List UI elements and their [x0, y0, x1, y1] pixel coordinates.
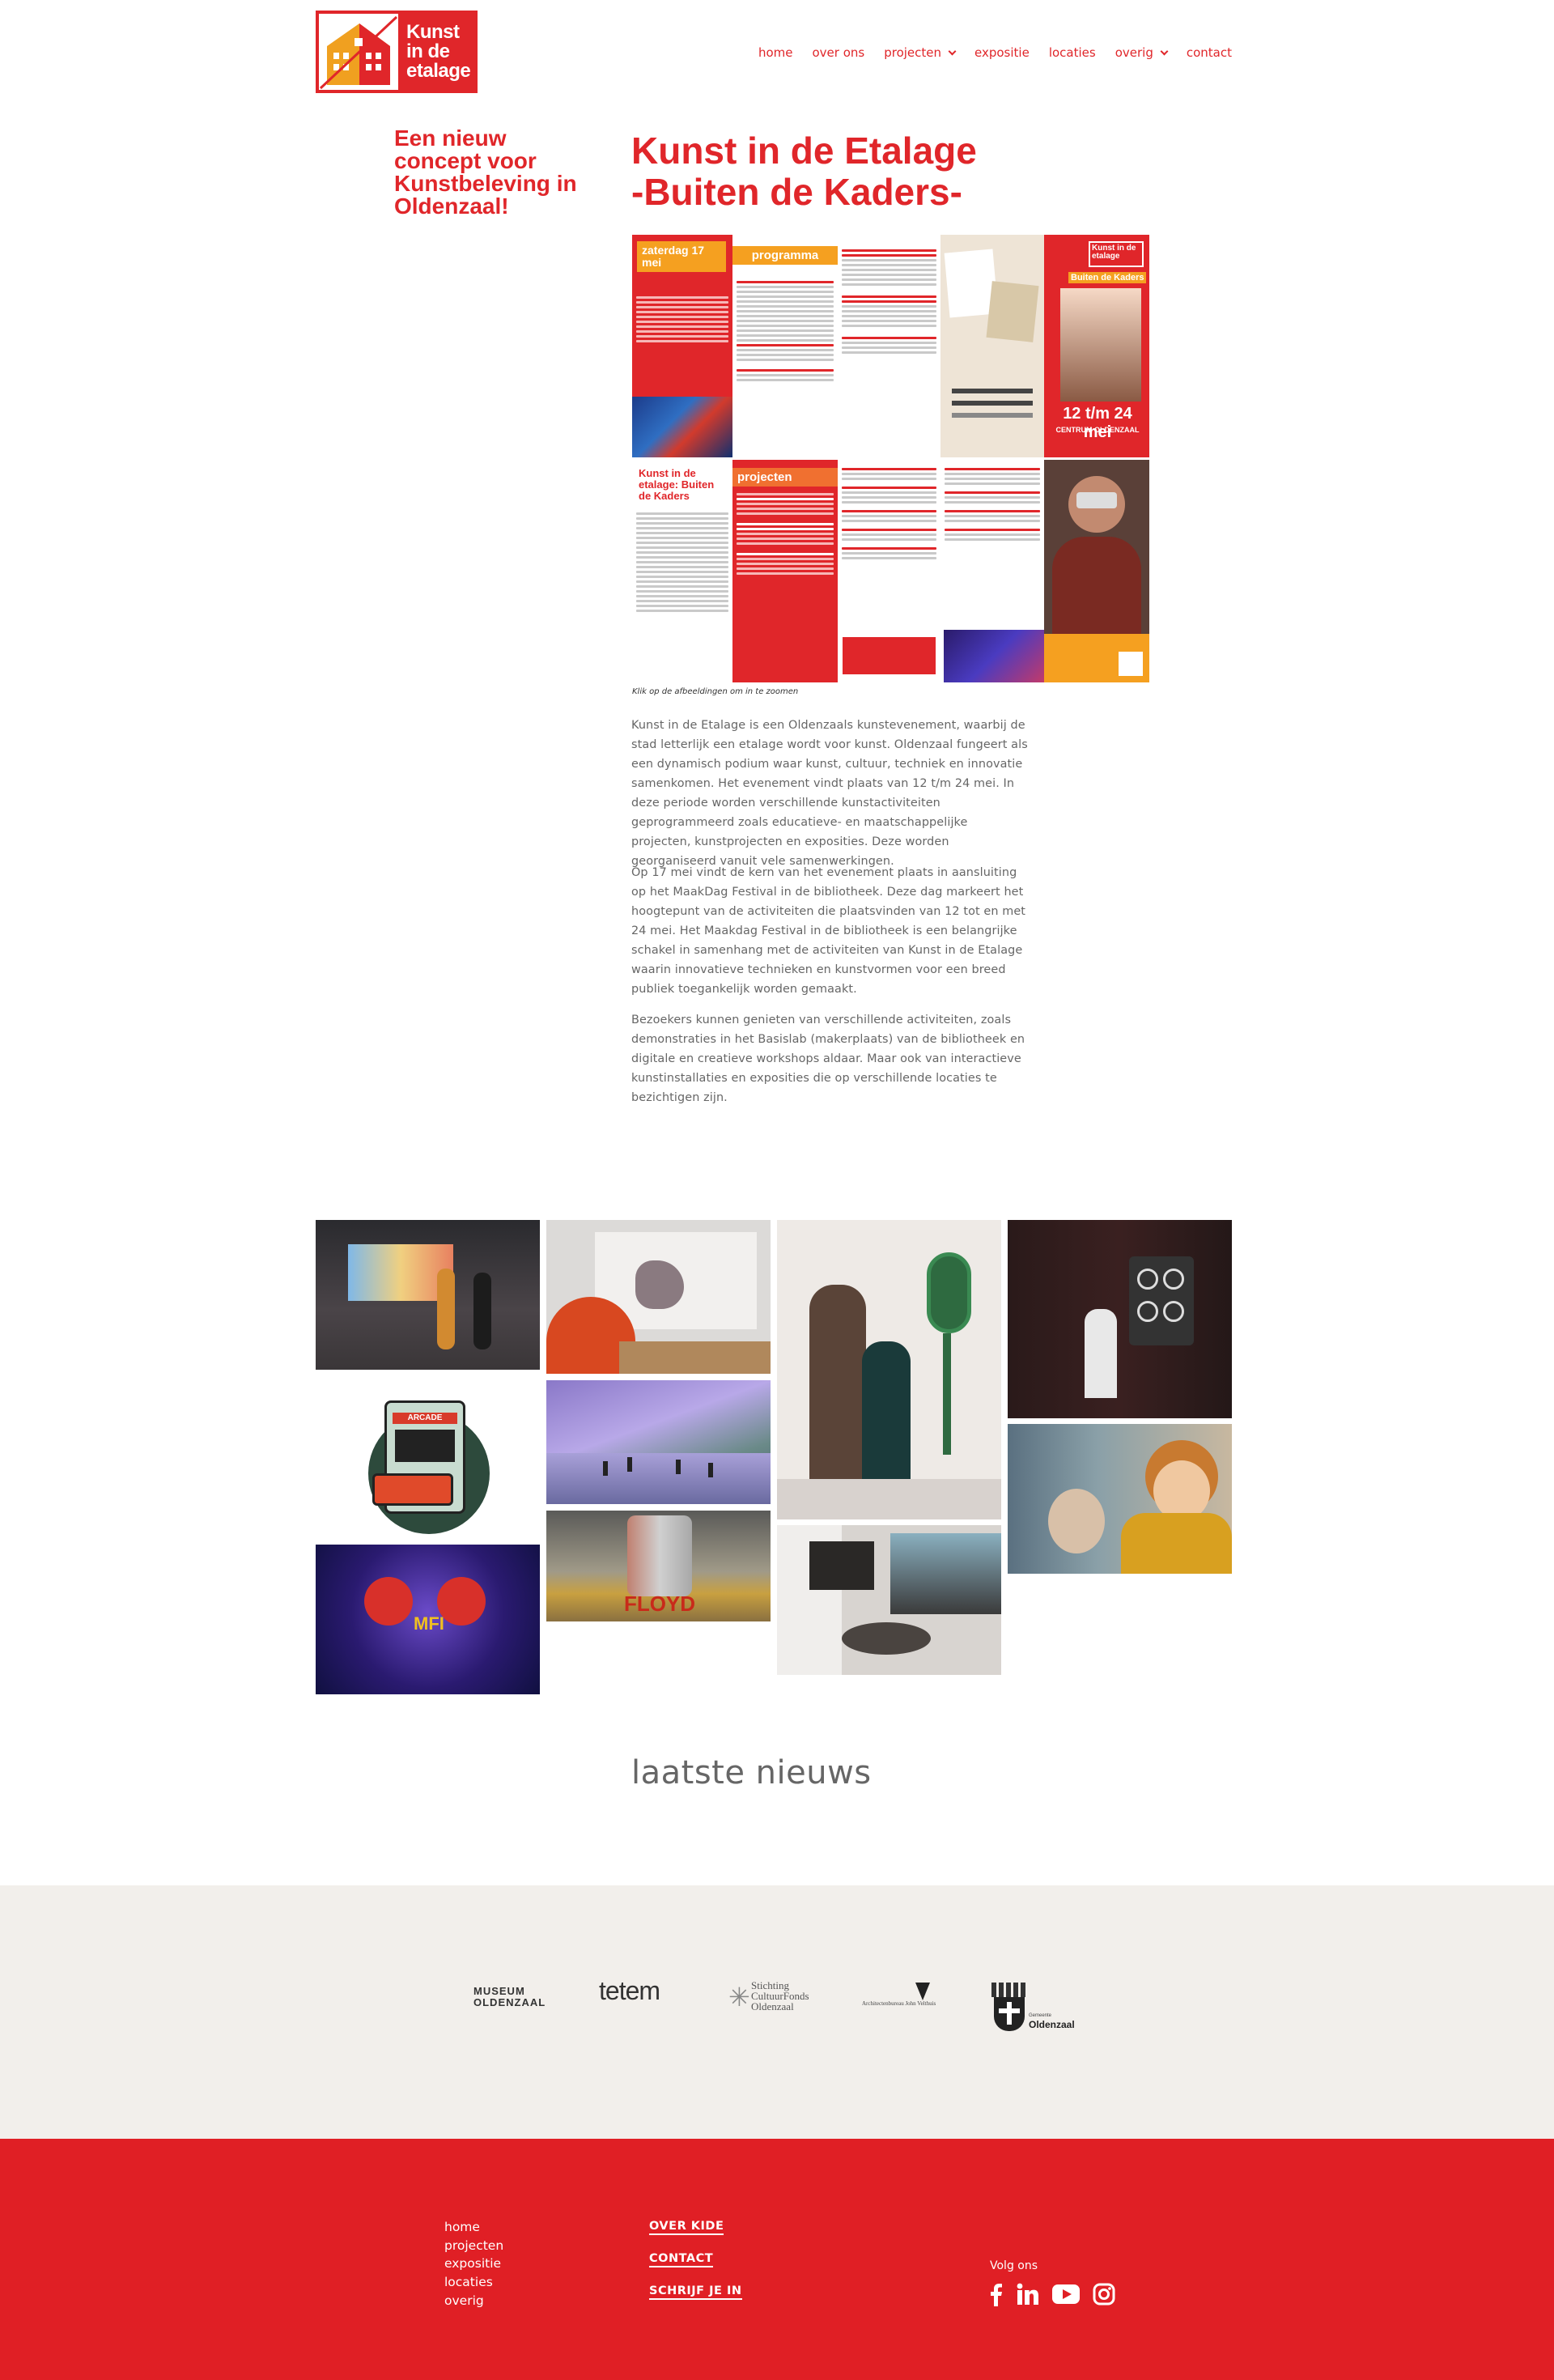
- triangle-icon: [915, 1983, 930, 2000]
- poster-panel-vr: [1044, 460, 1149, 682]
- gallery-photo-mirror[interactable]: [777, 1220, 1001, 1519]
- chevron-down-icon: [948, 47, 957, 55]
- logo-wordmark: Kunst in de etalage: [406, 21, 471, 82]
- footer-link-expositie[interactable]: expositie: [444, 2256, 501, 2271]
- gallery-photo-floyd[interactable]: FLOYD: [546, 1511, 771, 1621]
- news-heading: laatste nieuws: [631, 1754, 872, 1791]
- gallery-photo-vr-landscape[interactable]: [546, 1380, 771, 1504]
- intro-paragraph-2: Op 17 mei vindt de kern van het evenemen…: [631, 866, 1026, 996]
- main-navigation: home over ons projecten expositie locati…: [739, 45, 1232, 60]
- gallery-illustration-mfi[interactable]: MFI: [316, 1545, 540, 1694]
- nav-overig[interactable]: overig: [1115, 45, 1169, 60]
- site-logo[interactable]: Kunst in de etalage: [316, 11, 478, 93]
- nav-locaties[interactable]: locaties: [1049, 45, 1096, 60]
- site-footer: home projecten expositie locaties overig…: [0, 2139, 1554, 2380]
- logo-building-icon: [319, 14, 398, 90]
- shield-icon: [994, 1997, 1025, 2031]
- image-caption: Klik op de afbeeldingen om in te zoomen: [632, 687, 799, 696]
- intro-paragraph-1: Kunst in de Etalage is een Oldenzaals ku…: [631, 719, 1028, 868]
- footer-link-overig[interactable]: overig: [444, 2293, 484, 2308]
- gallery-photo-violin[interactable]: [1008, 1220, 1232, 1418]
- footer-link-home[interactable]: home: [444, 2220, 480, 2234]
- nav-over-ons[interactable]: over ons: [813, 45, 865, 60]
- follow-us-label: Volg ons: [990, 2259, 1038, 2272]
- tagline: Een nieuw concept voor Kunstbeleving in …: [394, 125, 577, 219]
- social-links: [987, 2282, 1115, 2310]
- footer-link-locaties[interactable]: locaties: [444, 2275, 493, 2289]
- page-title: Kunst in de Etalage -Buiten de Kaders-: [631, 130, 977, 213]
- gallery-photo-kids-robot[interactable]: [1008, 1424, 1232, 1574]
- poster-panel-map: [940, 235, 1044, 457]
- poster-panel-schedule: [838, 460, 940, 682]
- footer-link-projecten[interactable]: projecten: [444, 2238, 503, 2253]
- sponsor-museum-oldenzaal[interactable]: MUSEUM OLDENZAAL: [473, 1986, 546, 2008]
- nav-home[interactable]: home: [758, 45, 793, 60]
- poster-panel-intro: Kunst in de etalage: Buiten de Kaders: [632, 460, 732, 682]
- poster-panel-schedule-2: [940, 460, 1044, 682]
- sponsor-bar: MUSEUM OLDENZAAL tetem ✳ Stichting Cultuur…: [0, 1885, 1554, 2139]
- poster-panel-programma: programma: [732, 235, 838, 457]
- sponsor-cultuurfonds[interactable]: ✳ Stichting CultuurFonds Oldenzaal: [728, 1980, 826, 2021]
- sponsor-architect[interactable]: Architectenbureau John Velthuis: [862, 1983, 959, 2015]
- footer-link-schrijf-je-in[interactable]: SCHRIJF JE IN: [649, 2284, 742, 2300]
- nav-contact[interactable]: contact: [1187, 45, 1232, 60]
- instagram-icon[interactable]: [1093, 2283, 1115, 2309]
- intro-paragraph-3: Bezoekers kunnen genieten van verschille…: [631, 1014, 1025, 1104]
- nav-projecten[interactable]: projecten: [884, 45, 957, 60]
- poster-panel-projecten: projecten: [732, 460, 838, 682]
- sponsor-tetem[interactable]: tetem: [599, 1976, 660, 2006]
- poster-panel-locations: [838, 235, 940, 457]
- footer-link-contact[interactable]: CONTACT: [649, 2252, 714, 2267]
- linkedin-icon[interactable]: [1017, 2283, 1039, 2309]
- youtube-icon[interactable]: [1052, 2284, 1080, 2308]
- poster-panel-cover: Kunst in de etalage Buiten de Kaders 12 …: [1044, 235, 1149, 457]
- chevron-down-icon: [1160, 47, 1169, 55]
- footer-link-over-kide[interactable]: OVER KIDE: [649, 2220, 724, 2235]
- nav-expositie[interactable]: expositie: [974, 45, 1030, 60]
- gallery-illustration-arcade[interactable]: ARCADE: [316, 1376, 540, 1538]
- facebook-icon[interactable]: [987, 2282, 1004, 2310]
- star-icon: ✳: [728, 1983, 750, 2012]
- gallery-photo-projection[interactable]: [316, 1220, 540, 1370]
- gallery-photo-sculpture[interactable]: [777, 1525, 1001, 1675]
- sponsor-gemeente-oldenzaal[interactable]: Gemeente Oldenzaal: [991, 1983, 1081, 2035]
- crown-icon: [991, 1983, 1027, 1997]
- poster-panel-date: zaterdag 17 mei: [632, 235, 732, 457]
- gallery-photo-shadowplay[interactable]: [546, 1220, 771, 1374]
- program-poster[interactable]: zaterdag 17 mei programma Kunst in de et…: [632, 235, 1149, 682]
